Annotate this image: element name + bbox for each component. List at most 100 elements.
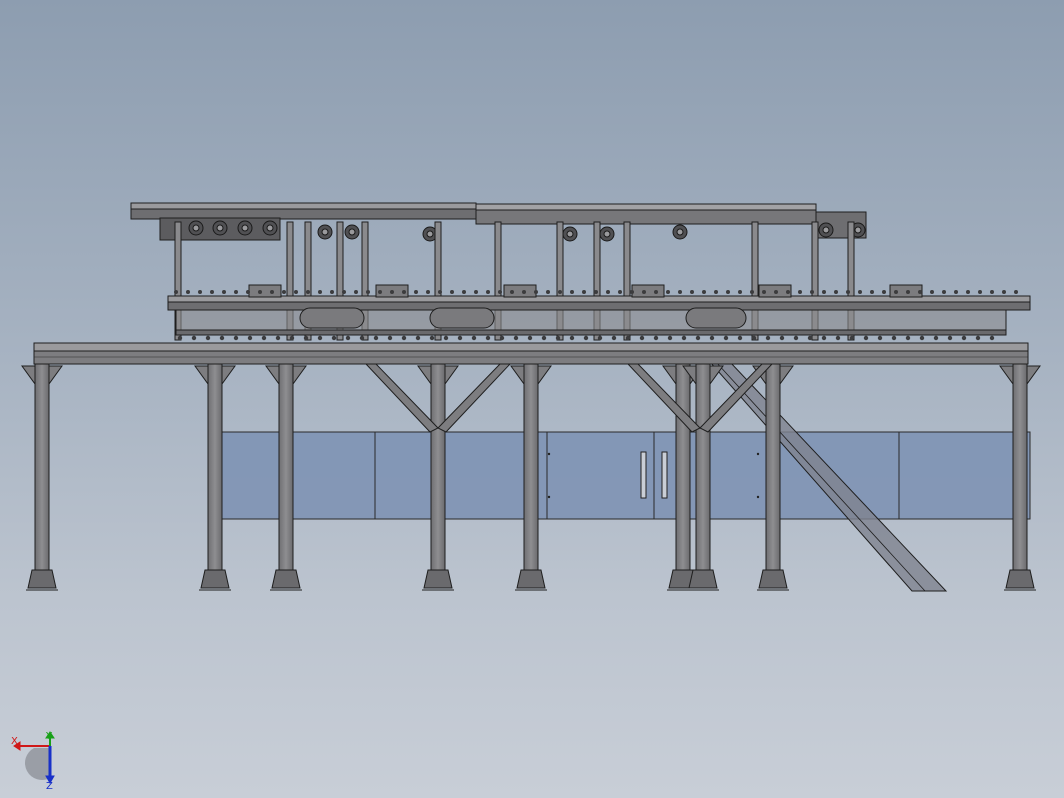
drive-motor-hub	[426, 230, 434, 238]
drive-motor-hub	[676, 228, 684, 236]
conveyor-roller	[474, 290, 478, 294]
x-axis-label: X	[11, 736, 18, 747]
conveyor-roller	[282, 290, 286, 294]
leveling-foot	[611, 335, 617, 341]
drive-motor-hub	[348, 228, 356, 236]
leveling-foot	[709, 335, 715, 341]
conveyor-roller	[942, 290, 946, 294]
leg-foot	[27, 569, 57, 589]
leveling-foot	[779, 335, 785, 341]
leveling-foot	[555, 335, 561, 341]
conveyor-roller	[522, 290, 526, 294]
leveling-foot	[457, 335, 463, 341]
drive-motor-hub	[321, 228, 329, 236]
leveling-foot	[765, 335, 771, 341]
conveyor-roller	[786, 290, 790, 294]
leg-gusset	[265, 365, 280, 386]
guard-panels	[221, 431, 1031, 520]
leveling-foot	[387, 335, 393, 341]
conveyor-roller	[594, 290, 598, 294]
platform-leg	[430, 363, 446, 571]
leveling-foot	[975, 335, 981, 341]
leveling-foot	[373, 335, 379, 341]
conveyor-roller	[918, 290, 922, 294]
leveling-foot	[415, 335, 421, 341]
conveyor-roller	[882, 290, 886, 294]
conveyor-roller	[870, 290, 874, 294]
graphics-viewport[interactable]: X Y Z	[0, 0, 1064, 798]
leg-foot	[423, 569, 453, 589]
leg-gusset	[537, 365, 552, 386]
conveyor-roller	[618, 290, 622, 294]
conveyor-roller	[978, 290, 982, 294]
leveling-foot	[247, 335, 253, 341]
conveyor-roller	[954, 290, 958, 294]
leveling-foot	[359, 335, 365, 341]
conveyor-roller	[558, 290, 562, 294]
conveyor-roller	[294, 290, 298, 294]
conveyor-roller	[654, 290, 658, 294]
conveyor-roller	[426, 290, 430, 294]
coordinate-triad: X Y Z	[11, 731, 55, 790]
conveyor-roller	[990, 290, 994, 294]
platform-leg	[278, 363, 294, 571]
leveling-foot	[863, 335, 869, 341]
drive-motor-hub	[603, 230, 611, 238]
conveyor-roller	[750, 290, 754, 294]
conveyor-roller	[366, 290, 370, 294]
conveyor-roller	[450, 290, 454, 294]
conveyor-roller	[1002, 290, 1006, 294]
leg-gusset	[417, 365, 432, 386]
platform-leg	[523, 363, 539, 571]
platform-leg	[34, 363, 50, 571]
leveling-foot	[961, 335, 967, 341]
conveyor-roller	[534, 290, 538, 294]
leveling-foot	[527, 335, 533, 341]
conveyor-roller	[402, 290, 406, 294]
conveyor-roller	[642, 290, 646, 294]
conveyor-roller	[486, 290, 490, 294]
conveyor-roller	[666, 290, 670, 294]
leg-gusset	[21, 365, 36, 386]
pallet-carrier	[631, 284, 665, 298]
conveyor-roller	[174, 290, 178, 294]
leveling-foot	[429, 335, 435, 341]
drive-motor-hub	[822, 226, 830, 234]
leveling-foot	[793, 335, 799, 341]
leg-gusset	[510, 365, 525, 386]
platform-deck	[33, 342, 1029, 365]
leg-foot	[758, 569, 788, 589]
conveyor-roller	[438, 290, 442, 294]
drive-motor-hub	[192, 224, 200, 232]
conveyor-roller	[210, 290, 214, 294]
leveling-foot	[653, 335, 659, 341]
leveling-foot	[331, 335, 337, 341]
leg-gusset	[444, 365, 459, 386]
conveyor-roller	[738, 290, 742, 294]
leveling-foot	[723, 335, 729, 341]
conveyor-roller	[234, 290, 238, 294]
conveyor-roller	[582, 290, 586, 294]
leveling-foot	[289, 335, 295, 341]
leveling-foot	[905, 335, 911, 341]
conveyor-roller	[822, 290, 826, 294]
conveyor-roller	[510, 290, 514, 294]
leveling-foot	[541, 335, 547, 341]
conveyor-roller	[702, 290, 706, 294]
leveling-foot	[345, 335, 351, 341]
conveyor-roller	[690, 290, 694, 294]
drive-motor-hub	[854, 226, 862, 234]
conveyor-roller	[354, 290, 358, 294]
conveyor-platform-model[interactable]	[0, 0, 1064, 798]
leveling-foot	[737, 335, 743, 341]
z-axis-label: Z	[46, 781, 53, 790]
conveyor-roller	[390, 290, 394, 294]
leveling-foot	[625, 335, 631, 341]
conveyor-roller	[186, 290, 190, 294]
drive-motor-hub	[566, 230, 574, 238]
platform-leg	[765, 363, 781, 571]
conveyor-roller	[378, 290, 382, 294]
conveyor-roller	[726, 290, 730, 294]
conveyor-roller	[678, 290, 682, 294]
leveling-foot	[681, 335, 687, 341]
